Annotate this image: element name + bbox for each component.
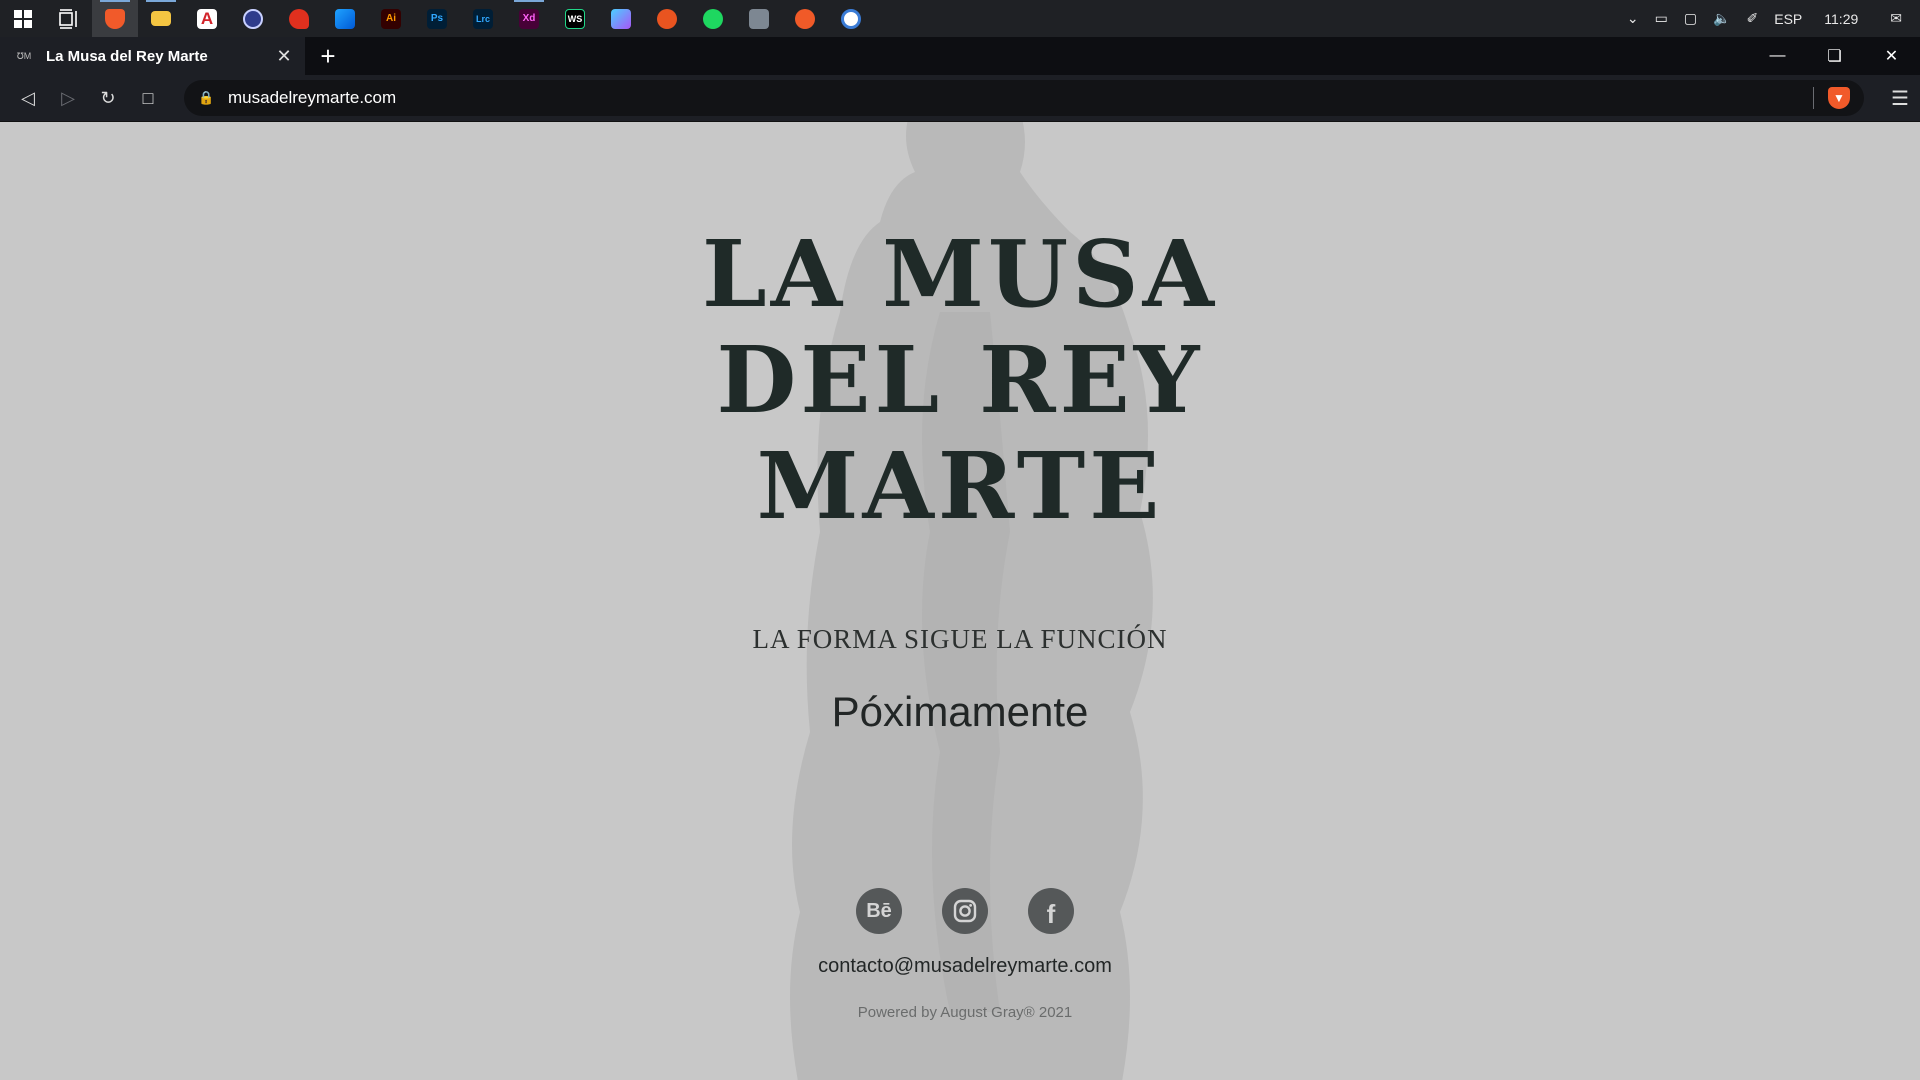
- tray-clock[interactable]: 11:29: [1810, 0, 1872, 37]
- taskbar-app-gradient[interactable]: [598, 0, 644, 37]
- forward-button[interactable]: ▷: [48, 78, 88, 118]
- tab-title: La Musa del Rey Marte: [46, 47, 208, 65]
- spotify-icon: [703, 8, 723, 29]
- xd-icon: Xd: [519, 8, 539, 29]
- close-icon: ✕: [1884, 48, 1899, 65]
- address-bar[interactable]: 🔒 musadelreymarte.com ▼: [184, 80, 1864, 116]
- blue-circle-app-icon: [841, 8, 861, 29]
- network-icon: ▢: [1683, 10, 1698, 26]
- taskbar-spotify[interactable]: [690, 0, 736, 37]
- logo-line-2: DEL REY: [716, 326, 1204, 434]
- browser-tab-bar: ℧M La Musa del Rey Marte ✕ + — ❏ ✕: [0, 37, 1920, 75]
- browser-toolbar: ◁ ▷ ↻ □ 🔒 musadelreymarte.com ▼ ☰: [0, 75, 1920, 122]
- instagram-link[interactable]: [942, 888, 988, 934]
- illustrator-icon: Ai: [381, 8, 401, 29]
- minimize-button[interactable]: —: [1749, 37, 1806, 75]
- close-window-button[interactable]: ✕: [1863, 37, 1920, 75]
- back-button[interactable]: ◁: [8, 78, 48, 118]
- bookmark-icon: □: [142, 87, 154, 108]
- back-arrow-icon: ◁: [21, 87, 35, 108]
- ubuntu-icon: [657, 8, 677, 29]
- behance-link[interactable]: Bē: [856, 888, 902, 934]
- taskbar-cinema4d[interactable]: [230, 0, 276, 37]
- taskbar-xd[interactable]: Xd: [506, 0, 552, 37]
- lightroom-icon: Lrc: [473, 8, 493, 29]
- tray-pen[interactable]: ✐: [1739, 0, 1767, 37]
- restore-icon: ❏: [1827, 48, 1842, 65]
- cinema4d-icon: [243, 8, 263, 29]
- window-controls: — ❏ ✕: [1749, 37, 1920, 75]
- logo-line-1: LA MUSA: [702, 220, 1218, 328]
- taskbar-app-blue[interactable]: [322, 0, 368, 37]
- reload-icon: ↻: [100, 87, 116, 108]
- tray-overflow-button[interactable]: ⌄: [1619, 0, 1647, 37]
- browser-tab[interactable]: ℧M La Musa del Rey Marte ✕: [0, 37, 305, 75]
- omnibox-divider: [1813, 87, 1814, 109]
- instagram-icon: [953, 899, 977, 923]
- tray-language[interactable]: ESP: [1766, 0, 1810, 37]
- web-page: LA MUSA DEL REY MARTE LA FORMA SIGUE LA …: [0, 122, 1920, 1080]
- browser-menu-button[interactable]: ☰: [1880, 78, 1920, 118]
- pen-icon: ✐: [1746, 10, 1759, 26]
- coming-soon-heading: Póximamente: [831, 688, 1089, 735]
- taskbar-illustrator[interactable]: Ai: [368, 0, 414, 37]
- tray-network[interactable]: ▢: [1676, 0, 1705, 37]
- system-tray: ⌄ ▭ ▢ 🔈 ✐ ESP 11:29 ✉: [1619, 0, 1920, 37]
- contact-email-link[interactable]: contacto@musadelreymarte.com: [0, 955, 1920, 978]
- start-button[interactable]: [0, 0, 46, 37]
- webstorm-icon: WS: [565, 8, 585, 29]
- new-tab-button[interactable]: +: [305, 37, 351, 75]
- taskbar-app-orange[interactable]: [782, 0, 828, 37]
- tool-app-icon: [749, 8, 769, 29]
- url-text[interactable]: musadelreymarte.com: [228, 88, 1813, 108]
- windows-taskbar: A Ai Ps Lrc Xd WS ⌄ ▭ ▢ 🔈 ✐ ESP 11:29 ✉: [0, 0, 1920, 37]
- windows-logo-icon: [14, 9, 32, 28]
- facebook-link[interactable]: f: [1028, 888, 1074, 934]
- tray-volume[interactable]: 🔈: [1705, 0, 1738, 37]
- acrobat-icon: A: [197, 8, 217, 29]
- task-view-button[interactable]: [46, 0, 92, 37]
- folder-icon: [151, 11, 171, 26]
- logo-line-3: MARTE: [756, 432, 1164, 540]
- gradient-app-icon: [611, 8, 631, 29]
- restore-button[interactable]: ❏: [1806, 37, 1863, 75]
- task-view-icon: [59, 8, 77, 29]
- taskbar-lightroom[interactable]: Lrc: [460, 0, 506, 37]
- speaker-icon: 🔈: [1713, 10, 1731, 26]
- taskbar-photoshop[interactable]: Ps: [414, 0, 460, 37]
- brave-lion-icon: [105, 8, 125, 29]
- red-app-icon: [289, 8, 309, 29]
- taskbar-brave[interactable]: [92, 0, 138, 37]
- bookmark-button[interactable]: □: [128, 78, 168, 118]
- social-links: Bē f: [0, 888, 1920, 934]
- battery-icon: ▭: [1654, 10, 1668, 26]
- tray-notifications[interactable]: ✉: [1872, 0, 1920, 37]
- taskbar-app-blue-circle[interactable]: [828, 0, 874, 37]
- taskbar-acrobat[interactable]: A: [184, 0, 230, 37]
- photoshop-icon: Ps: [427, 8, 447, 29]
- facebook-icon: f: [1046, 898, 1056, 929]
- minimize-icon: —: [1769, 47, 1786, 64]
- taskbar-app-red[interactable]: [276, 0, 322, 37]
- tray-battery[interactable]: ▭: [1647, 0, 1676, 37]
- hamburger-menu-icon: ☰: [1891, 87, 1909, 110]
- behance-icon: Bē: [866, 899, 892, 922]
- orange-app-icon: [795, 8, 815, 29]
- lock-icon: 🔒: [198, 90, 215, 105]
- powered-by-footer: Powered by August Gray® 2021: [857, 1004, 1073, 1021]
- taskbar-app-tool[interactable]: [736, 0, 782, 37]
- site-favicon-icon: ℧M: [16, 50, 32, 61]
- taskbar-webstorm[interactable]: WS: [552, 0, 598, 37]
- tab-close-icon[interactable]: ✕: [273, 45, 295, 67]
- taskbar-ubuntu[interactable]: [644, 0, 690, 37]
- taskbar-file-explorer[interactable]: [138, 0, 184, 37]
- chevron-up-icon: ⌄: [1626, 10, 1639, 26]
- taskbar-pinned-apps: A Ai Ps Lrc Xd WS: [0, 0, 874, 37]
- forward-arrow-icon: ▷: [61, 87, 75, 108]
- reload-button[interactable]: ↻: [88, 78, 128, 118]
- brave-shields-icon[interactable]: ▼: [1828, 87, 1850, 109]
- notification-icon: ✉: [1890, 10, 1902, 26]
- tagline: LA FORMA SIGUE LA FUNCIÓN: [752, 624, 1168, 654]
- blue-app-icon: [335, 8, 355, 29]
